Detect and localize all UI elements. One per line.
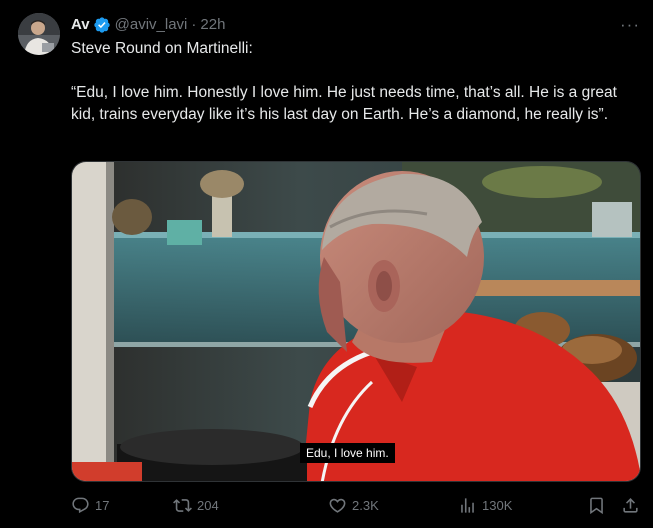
timestamp[interactable]: 22h bbox=[200, 15, 225, 35]
tweet[interactable]: Av @aviv_lavi · 22h ··· Steve Round on M… bbox=[0, 0, 653, 528]
reply-icon bbox=[72, 497, 89, 513]
more-options-icon[interactable]: ··· bbox=[616, 14, 644, 36]
tweet-text-quote: “Edu, I love him. Honestly I love him. H… bbox=[71, 84, 617, 123]
bookmark-button[interactable] bbox=[587, 493, 606, 517]
repost-icon bbox=[173, 498, 192, 512]
tweet-header: Av @aviv_lavi · 22h bbox=[71, 15, 225, 35]
separator-dot: · bbox=[191, 16, 197, 33]
repost-count: 204 bbox=[197, 497, 219, 513]
reply-button[interactable]: 17 bbox=[71, 493, 109, 517]
share-icon bbox=[623, 497, 638, 513]
bookmark-icon bbox=[590, 497, 603, 514]
tweet-text-line-1: Steve Round on Martinelli: bbox=[71, 40, 253, 57]
avatar[interactable] bbox=[18, 13, 60, 55]
video-frame-image bbox=[72, 162, 640, 481]
display-name[interactable]: Av bbox=[71, 15, 90, 35]
verified-badge-icon bbox=[93, 17, 110, 33]
action-bar: 17 204 2.3K 130K bbox=[71, 493, 641, 517]
tweet-text: Steve Round on Martinelli: “Edu, I love … bbox=[71, 38, 637, 126]
author-handle[interactable]: @aviv_lavi bbox=[115, 15, 188, 35]
video-caption: Edu, I love him. bbox=[300, 443, 395, 463]
heart-icon bbox=[329, 498, 346, 513]
analytics-icon bbox=[461, 497, 474, 513]
view-count: 130K bbox=[482, 497, 513, 513]
views-button[interactable]: 130K bbox=[458, 493, 512, 517]
reply-count: 17 bbox=[95, 497, 110, 513]
share-button[interactable] bbox=[621, 493, 640, 517]
tweet-media-video[interactable]: Edu, I love him. bbox=[71, 161, 641, 482]
like-count: 2.3K bbox=[352, 497, 379, 513]
like-button[interactable]: 2.3K bbox=[328, 493, 379, 517]
repost-button[interactable]: 204 bbox=[173, 493, 219, 517]
